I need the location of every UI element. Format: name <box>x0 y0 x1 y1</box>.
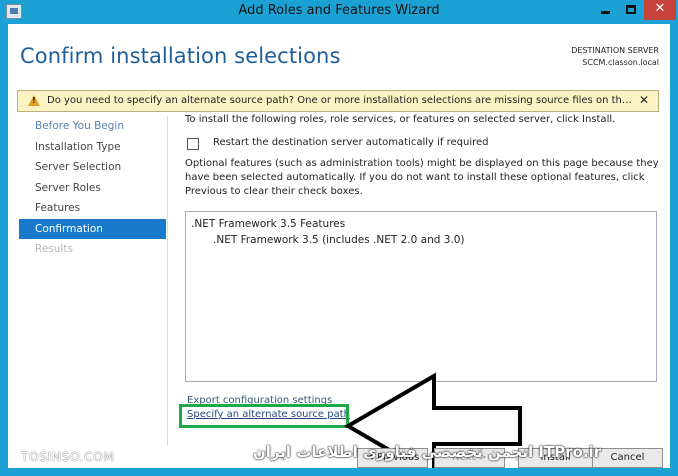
wizard-content: Confirm installation selections DESTINAT… <box>8 24 670 468</box>
nav-item-server-selection[interactable]: Server Selection <box>19 157 166 178</box>
warning-text[interactable]: Do you need to specify an alternate sour… <box>47 95 635 106</box>
nav-item-installation-type[interactable]: Installation Type <box>19 137 166 158</box>
watermark-left: TOSINSO.COM <box>21 449 115 464</box>
warning-bar: Do you need to specify an alternate sour… <box>17 90 659 112</box>
nav-item-features[interactable]: Features <box>19 198 166 219</box>
highlight-box <box>179 404 349 428</box>
watermark-right: انجمن تخصصی فناوری اطلاعات ایران ITPro.i… <box>253 443 602 461</box>
confirmation-panel: To install the following roles, role ser… <box>185 112 663 197</box>
feature-item: .NET Framework 3.5 Features <box>191 218 346 230</box>
cancel-button[interactable]: Cancel <box>592 448 663 468</box>
destination-server: DESTINATION SERVER SCCM.classon.local <box>571 45 659 69</box>
nav-item-confirmation[interactable]: Confirmation <box>19 218 166 239</box>
wizard-navigation: Before You Begin Installation Type Serve… <box>19 116 166 260</box>
minimize-button[interactable] <box>592 0 618 20</box>
restart-label[interactable]: Restart the destination server automatic… <box>213 137 488 148</box>
warning-icon <box>28 95 40 106</box>
wizard-window: Add Roles and Features Wizard ✕ Confirm … <box>0 0 678 476</box>
nav-item-before-you-begin[interactable]: Before You Begin <box>19 116 166 137</box>
window-title: Add Roles and Features Wizard <box>238 3 440 18</box>
nav-item-server-roles[interactable]: Server Roles <box>19 178 166 199</box>
intro-text: To install the following roles, role ser… <box>185 114 616 125</box>
feature-subitem: .NET Framework 3.5 (includes .NET 2.0 an… <box>213 234 465 246</box>
warning-close-icon[interactable]: ✕ <box>639 93 649 107</box>
navigation-divider <box>167 116 168 446</box>
nav-item-results: Results <box>35 243 73 255</box>
selected-features-list[interactable]: .NET Framework 3.5 Features .NET Framewo… <box>185 211 657 382</box>
destination-server-name: SCCM.classon.local <box>582 58 659 67</box>
close-icon: ✕ <box>654 1 666 16</box>
minimize-icon <box>601 11 610 14</box>
optional-features-text: Optional features (such as administratio… <box>185 158 659 197</box>
maximize-icon <box>626 5 636 14</box>
page-title: Confirm installation selections <box>20 44 341 68</box>
maximize-button[interactable] <box>618 0 644 20</box>
restart-checkbox[interactable] <box>187 138 199 150</box>
restart-option[interactable]: Restart the destination server automatic… <box>187 137 657 153</box>
close-button[interactable]: ✕ <box>644 0 676 20</box>
destination-label: DESTINATION SERVER <box>571 46 659 55</box>
title-bar[interactable]: Add Roles and Features Wizard ✕ <box>0 0 678 24</box>
